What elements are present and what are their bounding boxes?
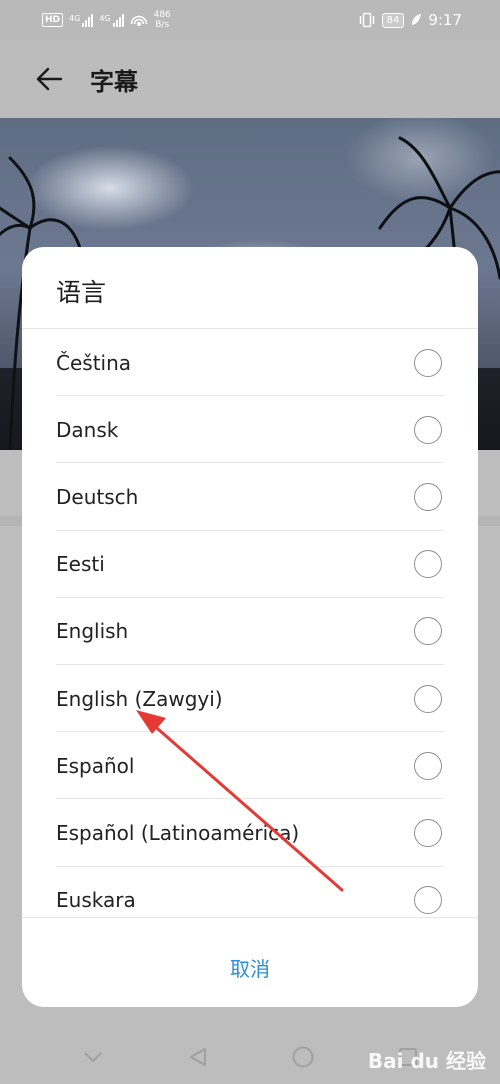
option-label: Dansk	[56, 417, 119, 442]
radio-button[interactable]	[414, 550, 442, 579]
triangle-back-icon	[189, 1048, 206, 1066]
baidu-watermark: Bai du 经验	[368, 1045, 486, 1074]
radio-button[interactable]	[414, 818, 442, 847]
hide-nav-button[interactable]	[73, 1037, 113, 1077]
leaf-icon	[412, 14, 422, 25]
language-option[interactable]: Eesti	[22, 531, 478, 598]
language-option[interactable]: Euskara	[22, 867, 478, 918]
radio-button[interactable]	[414, 617, 442, 646]
option-label: Español	[56, 753, 135, 778]
nav-home-button[interactable]	[283, 1037, 323, 1077]
language-dialog: 语言 Čeština Dansk Deutsch Eesti English E…	[22, 247, 478, 1007]
radio-button[interactable]	[414, 684, 442, 713]
vibrate-icon	[359, 12, 374, 28]
radio-button[interactable]	[414, 482, 442, 511]
status-right-icons: 84 9:17	[358, 11, 462, 29]
watermark-text: Bai du 经验	[367, 1049, 486, 1073]
option-label: Español (Latinoamérica)	[56, 820, 300, 845]
chevron-down-icon	[83, 1052, 102, 1063]
battery-indicator: 84	[381, 12, 405, 28]
option-label: Eesti	[56, 552, 105, 577]
language-option[interactable]: Deutsch	[22, 463, 478, 531]
nav-back-button[interactable]	[178, 1037, 218, 1077]
signal-icon-2: 4G	[99, 13, 124, 27]
page-title: 字幕	[90, 67, 138, 96]
divider	[22, 917, 478, 918]
language-option[interactable]: English (Zawgyi)	[22, 665, 478, 733]
language-option[interactable]: Dansk	[22, 396, 478, 464]
language-option[interactable]: English	[22, 598, 478, 666]
status-left-icons: HD 4G 4G 486 B/s	[42, 10, 171, 30]
back-button[interactable]	[24, 54, 74, 104]
language-option[interactable]: Čeština	[22, 329, 478, 397]
dialog-title: 语言	[56, 278, 107, 307]
radio-button[interactable]	[414, 751, 442, 780]
option-label: Čeština	[56, 350, 132, 375]
cancel-button[interactable]: 取消	[22, 937, 478, 997]
status-bar: HD 4G 4G 486 B/s 84 9:17	[0, 0, 500, 40]
signal-icon: 4G	[69, 13, 94, 27]
option-label: English	[56, 619, 129, 644]
arrow-left-icon	[36, 67, 63, 91]
radio-button[interactable]	[414, 348, 442, 377]
language-option-list[interactable]: Čeština Dansk Deutsch Eesti English Engl…	[22, 329, 478, 917]
language-option[interactable]: Español (Latinoamérica)	[22, 799, 478, 867]
app-bar: 字幕	[0, 40, 500, 118]
language-option[interactable]: Español	[22, 732, 478, 800]
radio-button[interactable]	[414, 886, 442, 915]
option-label: English (Zawgyi)	[56, 686, 223, 711]
clock: 9:17	[428, 11, 462, 29]
option-label: Deutsch	[56, 484, 139, 509]
hd-badge: HD	[42, 13, 64, 27]
network-speed: 486 B/s	[153, 10, 171, 30]
hotspot-icon	[130, 15, 147, 26]
radio-button[interactable]	[414, 415, 442, 444]
option-label: Euskara	[56, 888, 136, 913]
circle-home-icon	[292, 1046, 313, 1068]
